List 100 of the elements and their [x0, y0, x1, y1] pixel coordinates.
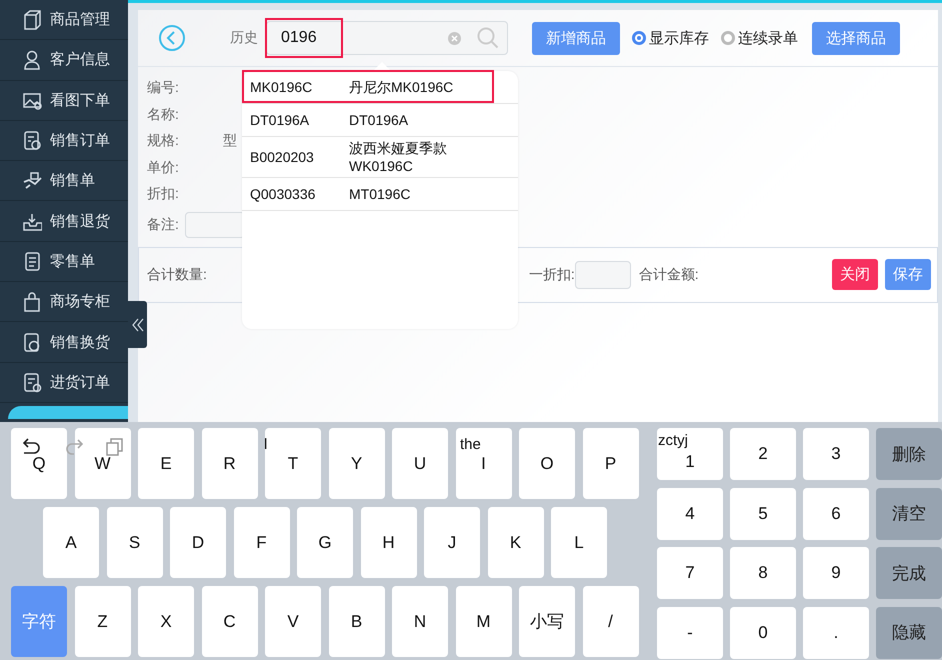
product-name: 波西米娅夏季款WK0196C: [349, 139, 448, 176]
bag-icon: [22, 291, 42, 312]
keyboard-key[interactable]: 9: [803, 547, 869, 599]
suggestion-row[interactable]: Q0030336 MT0196C: [242, 178, 518, 211]
sidebar-item[interactable]: 商品管理: [0, 0, 128, 40]
radio-option[interactable]: 显示库存: [632, 28, 709, 48]
keyboard-key[interactable]: 完成: [876, 547, 942, 599]
keyboard-key[interactable]: 0: [730, 606, 796, 658]
history-label[interactable]: 历史: [230, 29, 258, 47]
keyboard-key[interactable]: U: [392, 428, 448, 499]
keyboard-key[interactable]: 小写: [519, 586, 575, 657]
suggestion-text: zctyj: [658, 432, 688, 449]
radio-button[interactable]: [721, 31, 735, 45]
suggestion-row[interactable]: B0020203 波西米娅夏季款WK0196C: [242, 137, 518, 178]
remark-field[interactable]: [184, 212, 245, 238]
product-name: DT0196A: [349, 111, 410, 130]
close-button[interactable]: 关闭: [832, 259, 878, 290]
search-field[interactable]: 0196: [266, 21, 508, 55]
field-label: 编号:: [147, 79, 179, 98]
sidebar-item[interactable]: 销售单: [0, 161, 128, 202]
document-icon: [22, 372, 42, 393]
sidebar-item[interactable]: 进货订单: [0, 362, 128, 403]
field-label: 型: [222, 132, 237, 150]
radio-label[interactable]: 连续录单: [738, 28, 798, 48]
keyboard-key[interactable]: P: [582, 428, 638, 499]
field-label: 备注:: [147, 216, 179, 234]
suggestion-text: l: [264, 436, 268, 453]
keyboard-key[interactable]: 隐藏: [876, 606, 942, 658]
suggestion-text: the: [460, 436, 481, 453]
keyboard-key[interactable]: A: [43, 507, 99, 578]
sidebar-item[interactable]: 销售退货: [0, 201, 128, 242]
search-icon[interactable]: [476, 26, 500, 50]
keyboard-key[interactable]: 删除: [876, 428, 942, 480]
keyboard-key[interactable]: D: [170, 507, 226, 578]
total-amount-label: 合计金额:: [638, 266, 699, 284]
keyboard-key[interactable]: B: [328, 586, 384, 657]
keyboard-key[interactable]: N: [392, 586, 448, 657]
product-code: DT0196A: [250, 112, 310, 128]
redo-icon: [64, 438, 84, 456]
product-name: 丹尼尔MK0196C: [349, 78, 454, 97]
collapse-handle[interactable]: [128, 301, 147, 348]
keyboard-key[interactable]: H: [360, 507, 416, 578]
keyboard-key[interactable]: C: [202, 586, 258, 657]
box-icon: [22, 9, 42, 30]
sidebar-item[interactable]: 看图下单: [0, 80, 128, 121]
back-icon: [158, 24, 186, 52]
sidebar-item[interactable]: 商场专柜: [0, 282, 128, 322]
sidebar-item[interactable]: 零售单: [0, 242, 128, 282]
keyboard-key[interactable]: M: [456, 586, 512, 657]
discount-label: 一折扣:: [528, 266, 575, 284]
keyboard-key[interactable]: X: [138, 586, 194, 657]
keyboard-key[interactable]: 8: [730, 547, 796, 599]
keyboard-key[interactable]: .: [803, 606, 869, 658]
sidebar-item[interactable]: [8, 406, 128, 419]
double-chevron-icon: [132, 316, 144, 332]
document-icon: [22, 332, 42, 353]
keyboard-key[interactable]: /: [582, 586, 638, 657]
keyboard-key[interactable]: O: [519, 428, 575, 499]
keyboard-key[interactable]: 3: [803, 428, 869, 480]
copy-icon: [106, 438, 123, 456]
suggestion-row[interactable]: MK0196C 丹尼尔MK0196C: [242, 71, 518, 104]
field-label: 名称:: [147, 106, 179, 124]
keyboard-key[interactable]: Y: [328, 428, 384, 499]
keyboard-key[interactable]: 7: [657, 547, 723, 599]
field-label: 单价:: [147, 158, 179, 177]
document-icon: [22, 130, 42, 152]
keyboard-key[interactable]: R: [202, 428, 258, 499]
keyboard-key[interactable]: V: [265, 586, 321, 657]
sidebar-item[interactable]: 销售换货: [0, 322, 128, 363]
sidebar-item[interactable]: 销售订单: [0, 120, 128, 162]
keyboard-key[interactable]: S: [106, 507, 162, 578]
keyboard-key[interactable]: 清空: [876, 488, 942, 540]
keyboard-key[interactable]: 6: [803, 488, 869, 540]
keyboard-key[interactable]: F: [234, 507, 290, 578]
suggestion-row[interactable]: DT0196A DT0196A: [242, 104, 518, 137]
keyboard-key[interactable]: 4: [657, 488, 723, 540]
product-code: MK0196C: [250, 79, 314, 95]
keyboard-key[interactable]: 2: [730, 428, 796, 480]
radio-option[interactable]: 连续录单: [721, 28, 798, 48]
discount-field[interactable]: [574, 260, 631, 288]
keyboard-key[interactable]: W: [74, 428, 130, 499]
keyboard-key[interactable]: L: [551, 507, 607, 578]
keyboard-key[interactable]: E: [138, 428, 194, 499]
product-name: MT0196C: [349, 185, 412, 204]
keyboard-key[interactable]: K: [488, 507, 544, 578]
keyboard-key[interactable]: -: [657, 606, 723, 658]
radio-button[interactable]: [632, 31, 646, 45]
sidebar-item[interactable]: 客户信息: [0, 40, 128, 81]
total-quantity-label: 合计数量:: [147, 266, 207, 284]
keyboard-key[interactable]: 5: [730, 488, 796, 540]
keyboard-key[interactable]: Q: [11, 428, 67, 499]
keyboard-key[interactable]: G: [297, 507, 353, 578]
keyboard-key[interactable]: J: [424, 507, 480, 578]
product-code: Q0030336: [250, 186, 316, 202]
product-code: B0020203: [250, 149, 315, 165]
keyboard-key[interactable]: Z: [74, 586, 130, 657]
radio-label[interactable]: 显示库存: [649, 28, 709, 48]
person-icon: [22, 49, 42, 70]
clear-icon[interactable]: [448, 32, 461, 45]
field-label: 折扣:: [147, 185, 179, 204]
